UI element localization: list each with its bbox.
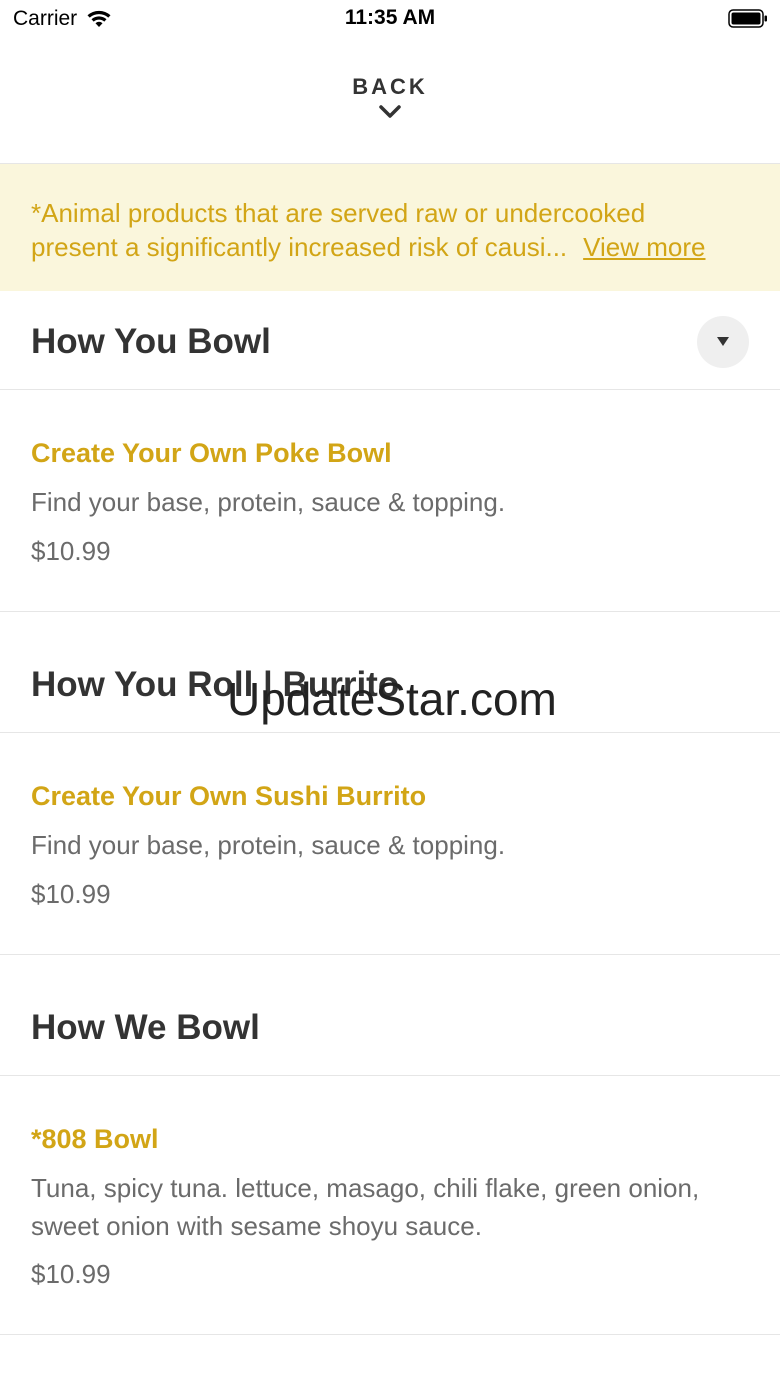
chevron-down-icon: [379, 105, 401, 118]
item-price: $10.99: [31, 536, 111, 566]
menu-item-poke-bowl[interactable]: Create Your Own Poke Bowl Find your base…: [0, 390, 780, 612]
status-bar: Carrier 11:35 AM: [0, 0, 780, 40]
view-more-link[interactable]: View more: [583, 230, 705, 264]
menu-item-808-bowl[interactable]: *808 Bowl Tuna, spicy tuna. lettuce, mas…: [0, 1076, 780, 1335]
item-name: Create Your Own Sushi Burrito: [31, 781, 427, 811]
section-title: How We Bowl: [31, 1008, 260, 1047]
section-header-how-we-bowl[interactable]: How We Bowl: [0, 955, 780, 1076]
item-name: *808 Bowl: [31, 1124, 159, 1154]
item-description-line-1: Tuna, spicy tuna. lettuce, masago, chili…: [31, 1173, 700, 1203]
section-title: How You Roll | Burrito: [31, 665, 400, 704]
item-name: Create Your Own Poke Bowl: [31, 438, 392, 468]
notice-line-2-text: present a significantly increased risk o…: [31, 232, 568, 262]
item-description: Tuna, spicy tuna. lettuce, masago, chili…: [31, 1169, 746, 1245]
back-button[interactable]: BACK: [290, 70, 490, 140]
section-title: How You Bowl: [31, 322, 271, 361]
menu-item-sushi-burrito[interactable]: Create Your Own Sushi Burrito Find your …: [0, 733, 780, 955]
item-description: Find your base, protein, sauce & topping…: [31, 487, 506, 517]
item-description-line-2: sweet onion with sesame shoyu sauce.: [31, 1211, 482, 1241]
battery-icon: [728, 9, 767, 28]
item-price: $10.99: [31, 1259, 111, 1289]
notice-line-1: *Animal products that are served raw or …: [31, 198, 646, 228]
item-price: $10.99: [31, 879, 111, 909]
notice-line-2: present a significantly increased risk o…: [31, 230, 751, 264]
collapse-section-button[interactable]: [697, 316, 749, 368]
section-header-how-you-roll[interactable]: How You Roll | Burrito: [0, 612, 780, 733]
section-header-how-you-bowl[interactable]: How You Bowl: [0, 292, 780, 390]
top-header: BACK: [0, 40, 780, 164]
back-label: BACK: [352, 74, 428, 99]
raw-food-notice: *Animal products that are served raw or …: [0, 164, 780, 291]
notice-text: *Animal products that are served raw or …: [31, 196, 751, 264]
status-time: 11:35 AM: [344, 6, 436, 29]
item-description: Find your base, protein, sauce & topping…: [31, 830, 506, 860]
caret-down-icon: [717, 337, 729, 346]
